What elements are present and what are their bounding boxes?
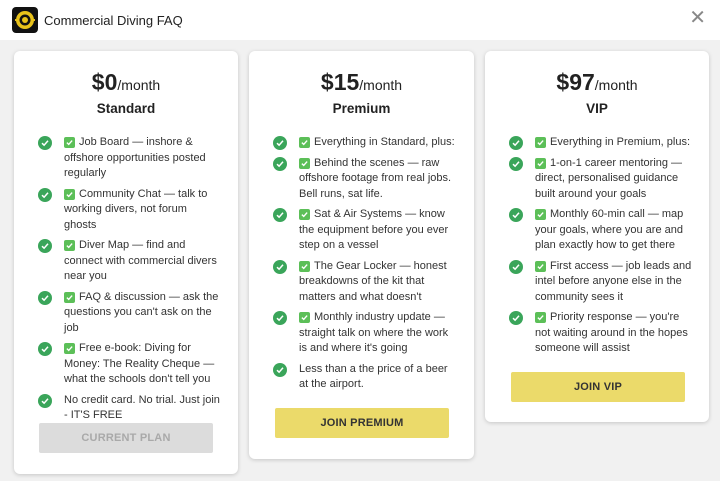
checkbox-icon [299,157,310,169]
checkbox-icon [535,137,546,148]
plan-price: $15/month [320,69,403,95]
checkbox-icon [64,188,75,200]
check-circle-icon [273,156,287,171]
checkbox-icon [299,209,310,220]
feature-item: Everything in Standard, plus: [273,135,458,151]
feature-item: Monthly industry update — straight talk … [273,310,458,357]
plan-price: $97/month [556,69,638,95]
title-bar: Commercial Diving FAQ ✕ [0,0,720,40]
feature-item: Monthly 60-min call — map your goals, wh… [509,207,693,254]
feature-item: Less than a the price of a beer at the a… [273,362,458,393]
checkbox-icon [535,260,546,272]
feature-list: Job Board — inshore & offshore opportuni… [38,135,222,429]
feature-item: FAQ & discussion — ask the questions you… [38,290,222,337]
checkbox-icon [535,157,546,169]
check-circle-icon [38,136,52,150]
check-circle-icon [38,342,52,356]
check-circle-icon [38,187,52,202]
checkbox-icon [535,209,546,220]
feature-item: Everything in Premium, plus: [509,135,693,151]
checkbox-icon [299,312,310,323]
app-logo-icon [12,7,38,33]
feature-list: Everything in Standard, plus: Behind the… [273,135,458,398]
plan-name: Standard [96,101,156,116]
plan-card-vip: $97/month VIP Everything in Premium, plu… [485,51,709,422]
check-circle-icon [509,259,523,274]
check-circle-icon [38,393,52,408]
join-vip-button[interactable]: JOIN VIP [511,372,685,402]
app-title: Commercial Diving FAQ [44,12,183,28]
feature-item: Free e-book: Diving for Money: The Reali… [38,341,222,388]
check-circle-icon [273,362,287,377]
plan-price: $0/month [91,69,161,95]
feature-item: 1-on-1 career mentoring — direct, person… [509,156,693,203]
join-premium-button[interactable]: JOIN PREMIUM [275,408,449,438]
checkbox-icon [64,343,75,354]
check-circle-icon [273,208,287,222]
feature-item: Behind the scenes — raw offshore footage… [273,156,458,203]
feature-item: Diver Map — find and connect with commer… [38,238,222,285]
check-circle-icon [38,239,52,253]
current-plan-button[interactable]: CURRENT PLAN [39,423,213,453]
feature-item: First access — job leads and intel befor… [509,259,693,306]
close-icon[interactable]: ✕ [689,8,706,28]
checkbox-icon [64,291,75,303]
check-circle-icon [509,311,523,325]
check-circle-icon [273,311,287,325]
plan-card-premium: $15/month Premium Everything in Standard… [249,51,474,459]
plan-card-standard: $0/month Standard Job Board — inshore & … [14,51,238,474]
plan-name: Premium [332,101,391,116]
check-circle-icon [509,156,523,171]
checkbox-icon [299,137,310,148]
checkbox-icon [535,312,546,323]
feature-item: Priority response — you're not waiting a… [509,310,693,357]
feature-item: The Gear Locker — honest breakdowns of t… [273,259,458,306]
checkbox-icon [64,137,75,148]
checkbox-icon [64,240,75,251]
check-circle-icon [509,136,523,150]
check-circle-icon [273,259,287,274]
feature-item: No credit card. No trial. Just join - IT… [38,393,222,424]
check-circle-icon [273,136,287,150]
feature-item: Sat & Air Systems — know the equipment b… [273,207,458,254]
plan-name: VIP [586,101,608,116]
feature-list: Everything in Premium, plus: 1-on-1 care… [509,135,693,362]
check-circle-icon [38,290,52,305]
check-circle-icon [509,208,523,222]
feature-item: Community Chat — talk to working divers,… [38,187,222,234]
checkbox-icon [299,260,310,272]
feature-item: Job Board — inshore & offshore opportuni… [38,135,222,182]
